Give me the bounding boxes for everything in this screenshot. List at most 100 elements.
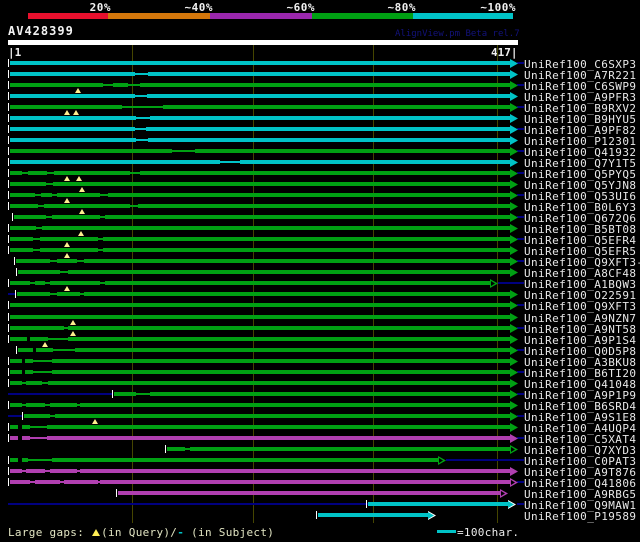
subject-overhang-line [517, 172, 524, 174]
start-tick [8, 279, 9, 287]
hsp-segment [10, 370, 22, 374]
subject-overhang-line [517, 84, 524, 86]
hsp-segment [103, 248, 510, 252]
subject-overhang-line [517, 238, 524, 240]
hsp-segment [10, 281, 30, 285]
alignment-arrowhead-icon [510, 114, 518, 123]
hsp-segment [163, 105, 510, 109]
hsp-segment [240, 160, 510, 164]
hsp-segment [26, 403, 45, 407]
hsp-segment [148, 138, 510, 142]
hsp-segment [10, 248, 33, 252]
start-tick [8, 202, 9, 210]
gap-connector-line [60, 271, 68, 273]
start-tick [8, 368, 9, 376]
alignment-arrowhead-icon [500, 489, 508, 498]
start-tick [12, 213, 13, 221]
scalebar-label: =100char. [457, 526, 520, 539]
start-tick [8, 335, 9, 343]
hsp-segment [10, 61, 510, 65]
hsp-segment [103, 237, 510, 241]
gap-connector-line [135, 95, 147, 97]
hsp-segment [52, 458, 438, 462]
alignment-arrowhead-icon [510, 202, 518, 211]
alignment-arrowhead-icon [510, 235, 518, 244]
gap-connector-line [100, 194, 108, 196]
subject-overhang-line [446, 459, 524, 461]
arrowhead-hollow-core [491, 281, 495, 286]
hsp-segment [138, 204, 510, 208]
hsp-segment [57, 193, 100, 197]
identity-key-label: ~80% [387, 1, 416, 14]
alignment-arrowhead-icon [510, 423, 518, 432]
hsp-segment [150, 116, 510, 120]
start-tick [8, 180, 9, 188]
alignment-arrowhead-icon [510, 368, 518, 377]
scale-end-label: 417| [491, 46, 518, 59]
hsp-segment [10, 381, 22, 385]
query-gap-triangle-icon [92, 419, 98, 424]
hsp-segment [44, 204, 130, 208]
alignment-arrowhead-icon [510, 412, 518, 421]
query-gap-triangle-icon [76, 176, 82, 181]
large-gaps-label: Large gaps: [8, 526, 92, 539]
hsp-segment [10, 204, 38, 208]
gap-connector-line [136, 117, 150, 119]
subject-overhang-line [517, 503, 524, 505]
alignment-arrowhead-icon [510, 136, 518, 145]
gap-connector-line [46, 183, 53, 185]
alignment-arrowhead-icon [510, 103, 518, 112]
hsp-segment [148, 72, 510, 76]
query-gap-triangle-icon [64, 198, 70, 203]
gap-triangle-icon [92, 529, 101, 536]
hsp-segment [100, 480, 510, 484]
alignment-arrowhead-icon [510, 301, 518, 310]
start-tick [8, 357, 9, 365]
hsp-segment [368, 502, 508, 506]
start-tick [8, 235, 9, 243]
gap-connector-line [135, 128, 146, 130]
hsp-segment [10, 480, 30, 484]
subject-overhang-line [8, 293, 15, 295]
hsp-segment [118, 491, 500, 495]
gap-connector-line [48, 338, 68, 340]
gap-connector-line [33, 238, 40, 240]
start-tick [8, 467, 9, 475]
hsp-segment [64, 480, 98, 484]
hsp-segment [84, 292, 510, 296]
hsp-segment [35, 480, 60, 484]
hsp-segment [25, 370, 33, 374]
gap-connector-line [136, 139, 148, 141]
hsp-segment [10, 138, 136, 142]
gap-connector-line [77, 260, 84, 262]
query-gap-triangle-icon [64, 176, 70, 181]
hsp-segment [10, 403, 22, 407]
alignment-arrowhead-icon [510, 467, 518, 476]
start-tick [8, 456, 9, 464]
hsp-segment [52, 370, 510, 374]
query-gap-triangle-icon [78, 231, 84, 236]
query-gap-note: (in Query)/ [101, 526, 178, 539]
alignment-arrowhead-icon [510, 125, 518, 134]
alignment-arrowhead-icon [510, 357, 518, 366]
subject-overhang-line [517, 437, 524, 439]
hsp-segment [10, 436, 18, 440]
hit-label[interactable]: UniRef100_P19589 [524, 510, 636, 523]
hsp-segment [10, 226, 36, 230]
start-tick [14, 257, 15, 265]
hsp-segment [47, 436, 510, 440]
hsp-segment [26, 469, 45, 473]
subject-overhang-line [517, 62, 524, 64]
hsp-segment [10, 326, 64, 330]
query-gap-triangle-icon [79, 187, 85, 192]
alignment-arrowhead-icon [510, 379, 518, 388]
start-tick [8, 81, 9, 89]
subject-overhang-line [517, 194, 524, 196]
start-tick [8, 92, 9, 100]
identity-key-label: ~60% [286, 1, 315, 14]
subject-overhang-line [517, 327, 524, 329]
hsp-segment [52, 359, 510, 363]
identity-key-label: ~40% [184, 1, 213, 14]
hsp-segment [53, 182, 510, 186]
gap-connector-line [30, 426, 47, 428]
